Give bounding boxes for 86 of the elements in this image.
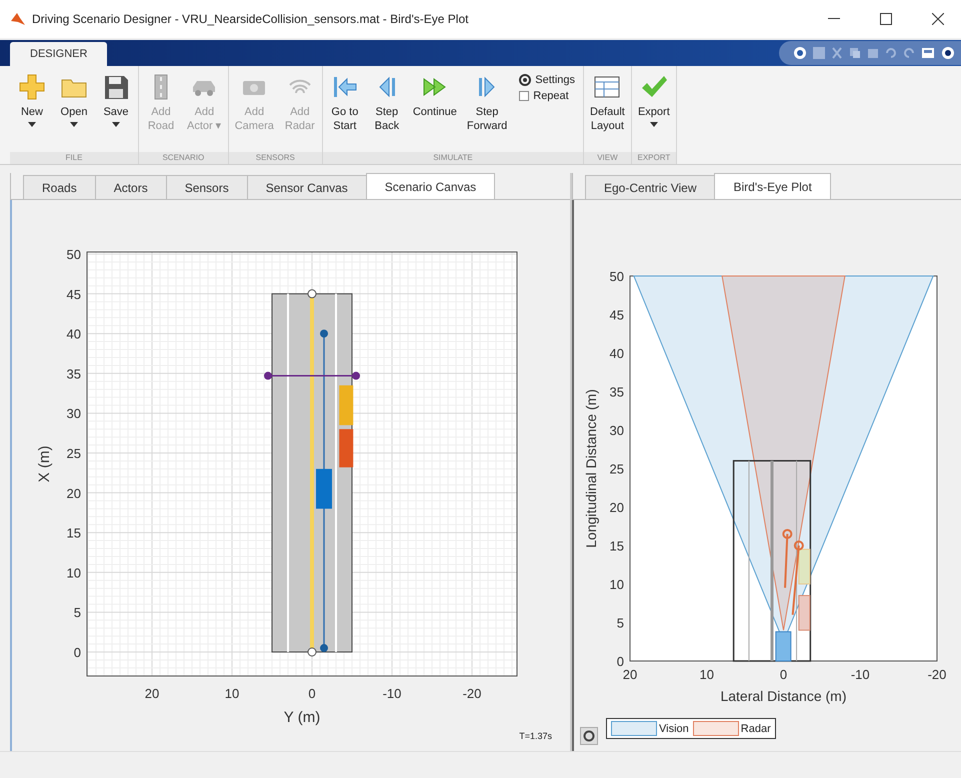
maximize-icon[interactable] bbox=[880, 13, 892, 25]
tick-label: 35 bbox=[610, 384, 624, 400]
legend-label: Radar bbox=[740, 722, 771, 734]
panel-tab[interactable]: Sensors bbox=[166, 175, 248, 199]
tick-label: 0 bbox=[780, 667, 788, 682]
tick-label: 35 bbox=[66, 366, 81, 382]
ribbon-button[interactable]: Go to Start bbox=[324, 70, 365, 152]
tick-label: 20 bbox=[610, 500, 624, 515]
ribbon-button[interactable]: Default Layout bbox=[586, 70, 629, 152]
tick-label: 20 bbox=[66, 486, 81, 501]
tick-label: 30 bbox=[66, 406, 81, 422]
tick-label: 40 bbox=[610, 346, 624, 361]
help-icon[interactable] bbox=[793, 46, 807, 60]
tick-label: 15 bbox=[610, 538, 624, 554]
tick-label: 20 bbox=[144, 686, 160, 701]
ribbon-tab[interactable]: DESIGNER bbox=[10, 42, 108, 66]
tick-label: 10 bbox=[610, 577, 624, 592]
tick-label: -20 bbox=[462, 686, 482, 701]
axis-label: Longitudinal Distance (m) bbox=[583, 389, 599, 548]
axis-label: Y (m) bbox=[284, 709, 320, 726]
tick-label: 25 bbox=[66, 446, 81, 461]
group-label: SCENARIO bbox=[139, 152, 228, 164]
tick-label: 0 bbox=[308, 686, 316, 701]
tick-label: 45 bbox=[66, 286, 81, 302]
tick-label: 5 bbox=[616, 616, 624, 630]
copy-icon[interactable] bbox=[849, 47, 861, 59]
ribbon-button[interactable]: Open bbox=[54, 70, 94, 152]
ego-car bbox=[775, 631, 792, 662]
axis-label: X (m) bbox=[36, 446, 53, 482]
detection-marker bbox=[782, 528, 792, 588]
tick-label: -10 bbox=[850, 667, 870, 682]
group-label: SENSORS bbox=[228, 152, 322, 164]
repeat-checkbox[interactable]: Repeat bbox=[519, 90, 575, 102]
ribbon-button[interactable]: Continue bbox=[408, 70, 461, 152]
group-label: SIMULATE bbox=[322, 152, 583, 164]
ribbon-button[interactable]: Export bbox=[634, 70, 674, 152]
legend-label: Vision bbox=[659, 722, 689, 734]
panel-tab[interactable]: Sensor Canvas bbox=[246, 175, 367, 199]
tick-label: 10 bbox=[66, 565, 81, 580]
ribbon-button[interactable]: Step Forward bbox=[462, 70, 512, 152]
tick-label: 30 bbox=[610, 423, 624, 438]
tick-label: -10 bbox=[382, 686, 402, 701]
panel-tab[interactable]: Ego-Centric View bbox=[585, 175, 716, 199]
group-label: FILE bbox=[10, 152, 138, 164]
window-title: Driving Scenario Designer - VRU_NearsideCollision_sensors.mat - Bird's-Eye Plot bbox=[32, 12, 470, 26]
actor-rectangle bbox=[798, 548, 810, 584]
tick-label: 25 bbox=[610, 462, 624, 476]
help-icon[interactable] bbox=[941, 46, 955, 60]
axis-label: Lateral Distance (m) bbox=[720, 688, 847, 704]
tick-label: 50 bbox=[610, 269, 624, 284]
panel-tab[interactable]: Bird's-Eye Plot bbox=[714, 173, 831, 199]
settings-button[interactable]: Settings bbox=[519, 74, 575, 86]
tick-label: 40 bbox=[66, 326, 81, 342]
tick-label: 20 bbox=[622, 667, 638, 682]
tick-label: 5 bbox=[74, 605, 81, 620]
car-rectangle[interactable] bbox=[316, 468, 332, 509]
ribbon-button[interactable]: Step Back bbox=[366, 70, 407, 152]
redo-icon[interactable] bbox=[903, 47, 915, 59]
tick-label: 0 bbox=[74, 645, 81, 660]
actor-rectangle[interactable] bbox=[339, 429, 354, 468]
ribbon-button[interactable]: New bbox=[12, 70, 52, 152]
tick-label: 0 bbox=[616, 654, 624, 669]
time-label: T=1.37s bbox=[519, 731, 552, 741]
undo-icon[interactable] bbox=[885, 47, 897, 59]
settings-icon bbox=[519, 74, 532, 86]
panel-tab[interactable]: Roads bbox=[23, 175, 96, 199]
app-logo-icon bbox=[10, 11, 26, 27]
actor-rectangle[interactable] bbox=[339, 385, 354, 426]
tick-label: 10 bbox=[700, 667, 714, 682]
group-label: EXPORT bbox=[632, 152, 676, 164]
group-label: VIEW bbox=[584, 152, 631, 164]
panel-tab[interactable]: Actors bbox=[94, 175, 167, 199]
crossing-path-line[interactable] bbox=[264, 372, 360, 380]
plus-icon bbox=[17, 72, 47, 102]
close-icon[interactable] bbox=[932, 13, 944, 25]
cut-icon[interactable] bbox=[831, 47, 843, 59]
actor-rectangle bbox=[798, 595, 810, 631]
settings-button[interactable] bbox=[580, 727, 598, 745]
panel-tab[interactable]: Scenario Canvas bbox=[366, 173, 496, 199]
minimize-icon[interactable] bbox=[828, 18, 840, 20]
tick-label: 15 bbox=[66, 526, 81, 541]
tick-label: 10 bbox=[224, 686, 240, 701]
tick-label: 50 bbox=[66, 247, 81, 262]
tick-label: -20 bbox=[928, 667, 946, 682]
tick-label: 45 bbox=[610, 308, 624, 322]
ribbon-button[interactable]: Save bbox=[96, 70, 136, 152]
